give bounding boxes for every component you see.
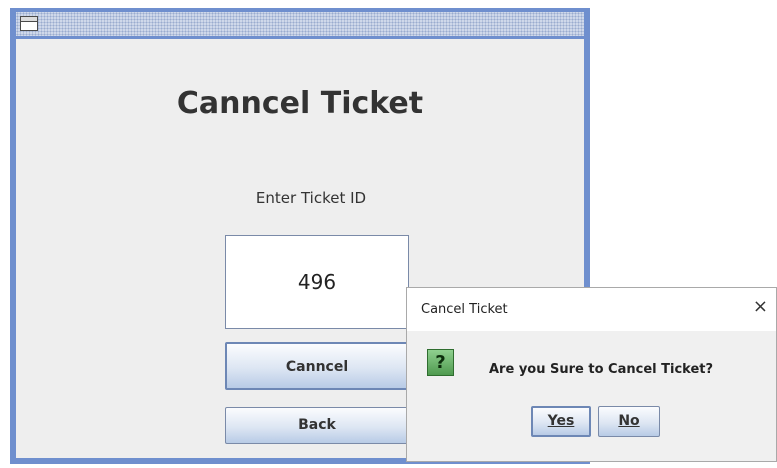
window-icon (20, 16, 38, 31)
back-button[interactable]: Back (225, 407, 409, 444)
no-button[interactable]: No (598, 406, 660, 437)
question-icon: ? (427, 349, 454, 376)
yes-button-label: Yes (547, 413, 575, 429)
dialog-message: Are you Sure to Cancel Ticket? (489, 362, 714, 377)
dialog-titlebar[interactable]: Cancel Ticket × (407, 288, 776, 331)
yes-button[interactable]: Yes (531, 406, 591, 437)
cancel-button[interactable]: Canncel (225, 342, 409, 390)
ticket-id-input[interactable]: 496 (225, 235, 409, 329)
close-icon[interactable]: × (753, 297, 768, 317)
no-button-label: No (618, 413, 640, 429)
ticket-id-label: Enter Ticket ID (255, 189, 367, 207)
page-title: Canncel Ticket (176, 86, 424, 121)
main-window-titlebar[interactable] (16, 12, 584, 36)
confirm-dialog: Cancel Ticket × ? Are you Sure to Cancel… (406, 287, 777, 462)
dialog-title: Cancel Ticket (421, 302, 508, 317)
